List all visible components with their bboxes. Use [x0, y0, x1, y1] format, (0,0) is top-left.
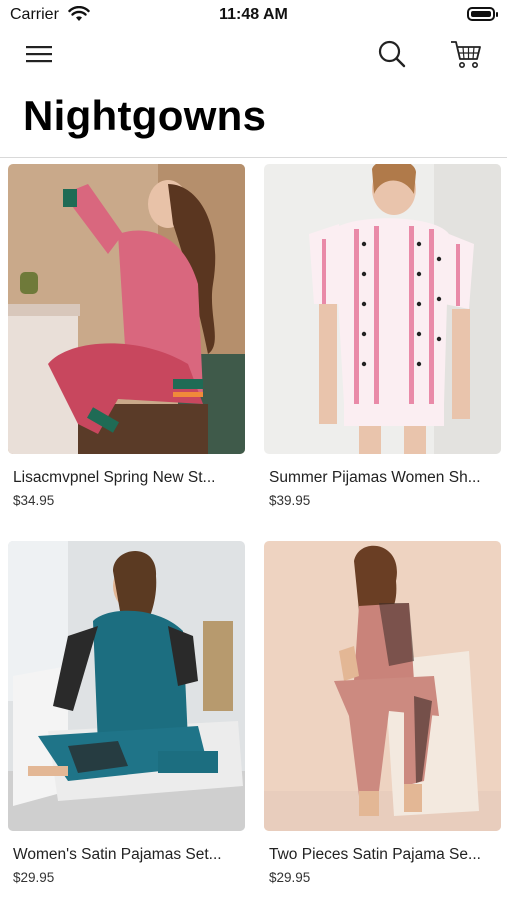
search-icon — [377, 39, 407, 74]
product-image[interactable] — [8, 164, 245, 454]
menu-button[interactable] — [19, 36, 59, 76]
product-card[interactable]: Summer Pijamas Women Sh... $39.95 — [264, 164, 501, 508]
product-price: $29.95 — [269, 870, 311, 885]
page-title: Nightgowns — [23, 92, 267, 139]
product-price: $29.95 — [13, 870, 55, 885]
battery-icon — [467, 7, 498, 21]
hamburger-menu-icon — [26, 44, 52, 69]
product-image[interactable] — [264, 164, 501, 454]
clock-time: 11:48 AM — [219, 6, 288, 23]
product-name: Women's Satin Pajamas Set... — [13, 846, 222, 863]
product-card[interactable]: Two Pieces Satin Pajama Se... $29.95 — [264, 541, 501, 885]
product-name: Lisacmvpnel Spring New St... — [13, 469, 216, 486]
header-divider — [0, 157, 507, 158]
product-price: $34.95 — [13, 493, 55, 508]
search-button[interactable] — [372, 36, 412, 76]
product-card[interactable]: Lisacmvpnel Spring New St... $34.95 — [8, 164, 245, 508]
product-name: Summer Pijamas Women Sh... — [269, 469, 481, 486]
top-navigation-bar — [0, 34, 507, 82]
product-card[interactable]: Women's Satin Pajamas Set... $29.95 — [8, 541, 245, 885]
product-price: $39.95 — [269, 493, 311, 508]
product-image[interactable] — [264, 541, 501, 831]
cart-icon — [450, 39, 482, 74]
cart-button[interactable] — [446, 36, 486, 76]
product-image[interactable] — [8, 541, 245, 831]
product-name: Two Pieces Satin Pajama Se... — [269, 846, 481, 863]
status-bar: Carrier 11:48 AM — [0, 0, 507, 30]
